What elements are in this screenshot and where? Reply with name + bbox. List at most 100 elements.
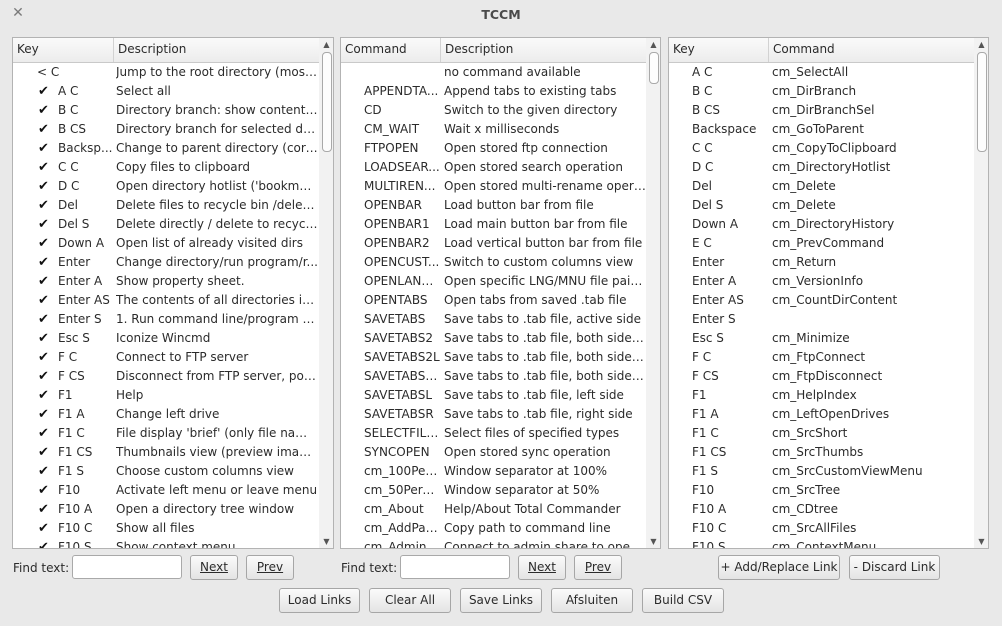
check-icon[interactable]: ✔ xyxy=(38,386,52,405)
next-button-keys[interactable]: Next xyxy=(190,555,238,580)
list-item[interactable]: SAVETABS2 Save tabs to .tab file, both si… xyxy=(341,329,647,348)
list-item[interactable]: ✔ F C Connect to FTP server xyxy=(13,348,320,367)
scroll-down-icon[interactable]: ▼ xyxy=(974,536,988,547)
save-links-button[interactable]: Save Links xyxy=(460,588,542,613)
list-item[interactable]: ✔ F1 A Change left drive xyxy=(13,405,320,424)
check-icon[interactable]: ✔ xyxy=(38,120,52,139)
list-item[interactable]: CM_WAIT Wait x milliseconds xyxy=(341,120,647,139)
list-item[interactable]: ✔ F1 C File display 'brief' (only file nam… xyxy=(13,424,320,443)
list-item[interactable]: F CS cm_FtpDisconnect xyxy=(669,367,975,386)
list-item[interactable]: F10 cm_SrcTree xyxy=(669,481,975,500)
list-item[interactable]: OPENLANG... Open specific LNG/MNU file pa… xyxy=(341,272,647,291)
list-item[interactable]: OPENBAR Load button bar from file xyxy=(341,196,647,215)
list-item[interactable]: F1 CS cm_SrcThumbs xyxy=(669,443,975,462)
list-item[interactable]: LOADSEAR... Open stored search operation xyxy=(341,158,647,177)
keys-list-scrollbar-track[interactable]: ▲ ▼ xyxy=(319,38,333,548)
list-item[interactable]: ✔ F1 Help xyxy=(13,386,320,405)
check-icon[interactable]: ✔ xyxy=(38,481,52,500)
list-item[interactable]: CD Switch to the given directory xyxy=(341,101,647,120)
check-icon[interactable]: ✔ xyxy=(38,82,52,101)
list-item[interactable]: < C Jump to the root directory (most ... xyxy=(13,63,320,82)
check-icon[interactable]: ✔ xyxy=(38,367,52,386)
load-links-button[interactable]: Load Links xyxy=(279,588,360,613)
keys-list-scrollbar[interactable]: ▲ ▼ xyxy=(319,37,334,549)
list-item[interactable]: ✔ F10 A Open a directory tree window xyxy=(13,500,320,519)
find-text-input-commands[interactable] xyxy=(400,555,510,579)
list-item[interactable]: ✔ F10 Activate left menu or leave menu xyxy=(13,481,320,500)
check-icon[interactable]: ✔ xyxy=(38,215,52,234)
list-item[interactable]: F10 A cm_CDtree xyxy=(669,500,975,519)
list-item[interactable]: C C cm_CopyToClipboard xyxy=(669,139,975,158)
list-item[interactable]: cm_Admini... Connect to admin share to op… xyxy=(341,538,647,548)
next-button-commands[interactable]: Next xyxy=(518,555,566,580)
discard-link-button[interactable]: - Discard Link xyxy=(849,555,940,580)
add-replace-link-button[interactable]: + Add/Replace Link xyxy=(718,555,840,580)
list-item[interactable]: F1 A cm_LeftOpenDrives xyxy=(669,405,975,424)
list-item[interactable]: ✔ C C Copy files to clipboard xyxy=(13,158,320,177)
list-item[interactable]: Down A cm_DirectoryHistory xyxy=(669,215,975,234)
find-text-input-keys[interactable] xyxy=(72,555,182,579)
check-icon[interactable]: ✔ xyxy=(38,272,52,291)
list-item[interactable]: Enter cm_Return xyxy=(669,253,975,272)
list-item[interactable]: Del cm_Delete xyxy=(669,177,975,196)
check-icon[interactable]: ✔ xyxy=(38,424,52,443)
list-item[interactable]: ✔ F1 CS Thumbnails view (preview images) xyxy=(13,443,320,462)
check-icon[interactable]: ✔ xyxy=(38,177,52,196)
list-item[interactable]: SAVETABS Save tabs to .tab file, active s… xyxy=(341,310,647,329)
check-icon[interactable]: ✔ xyxy=(38,139,52,158)
column-header-command[interactable]: Command xyxy=(769,38,975,62)
list-item[interactable]: MULTIREN... Open stored multi-rename oper… xyxy=(341,177,647,196)
list-item[interactable]: cm_About Help/About Total Commander xyxy=(341,500,647,519)
list-item[interactable]: cm_100Per... Window separator at 100% xyxy=(341,462,647,481)
check-icon[interactable]: ✔ xyxy=(38,329,52,348)
scroll-up-icon[interactable]: ▲ xyxy=(319,39,333,50)
list-item[interactable]: ✔ B C Directory branch: show contents ... xyxy=(13,101,320,120)
check-icon[interactable]: ✔ xyxy=(38,538,52,548)
list-item[interactable]: ✔ Enter S 1. Run command line/program u... xyxy=(13,310,320,329)
list-item[interactable]: A C cm_SelectAll xyxy=(669,63,975,82)
commands-list-scrollbar-track[interactable]: ▲ ▼ xyxy=(646,38,660,548)
list-item[interactable]: no command available xyxy=(341,63,647,82)
check-icon[interactable]: ✔ xyxy=(38,500,52,519)
list-item[interactable]: OPENCUST... Switch to custom columns view xyxy=(341,253,647,272)
list-item[interactable]: ✔ Backsp... Change to parent directory (co… xyxy=(13,139,320,158)
scroll-down-icon[interactable]: ▼ xyxy=(319,536,333,547)
list-item[interactable]: OPENBAR1 Load main button bar from file xyxy=(341,215,647,234)
list-item[interactable]: ✔ Enter A Show property sheet. xyxy=(13,272,320,291)
links-list-scroll-thumb[interactable] xyxy=(977,52,987,152)
list-item[interactable]: SAVETABSL Save tabs to .tab file, left si… xyxy=(341,386,647,405)
list-item[interactable]: SAVETABSR Save tabs to .tab file, right s… xyxy=(341,405,647,424)
build-csv-button[interactable]: Build CSV xyxy=(642,588,724,613)
column-header-key[interactable]: Key xyxy=(13,38,114,62)
prev-button-keys[interactable]: Prev xyxy=(246,555,294,580)
check-icon[interactable]: ✔ xyxy=(38,443,52,462)
prev-button-commands[interactable]: Prev xyxy=(574,555,622,580)
scroll-up-icon[interactable]: ▲ xyxy=(974,39,988,50)
check-icon[interactable]: ✔ xyxy=(38,158,52,177)
check-icon[interactable]: ✔ xyxy=(38,234,52,253)
list-item[interactable]: SELECTFILES Select files of specified typ… xyxy=(341,424,647,443)
list-item[interactable]: ✔ Esc S Iconize Wincmd xyxy=(13,329,320,348)
list-item[interactable]: OPENTABS Open tabs from saved .tab file xyxy=(341,291,647,310)
list-item[interactable]: Esc S cm_Minimize xyxy=(669,329,975,348)
list-item[interactable]: ✔ Enter Change directory/run program/r... xyxy=(13,253,320,272)
commands-list-scroll-thumb[interactable] xyxy=(649,52,659,84)
list-item[interactable]: OPENBAR2 Load vertical button bar from fi… xyxy=(341,234,647,253)
list-item[interactable]: SAVETABS2R Save tabs to .tab file, both s… xyxy=(341,367,647,386)
list-item[interactable]: Del S cm_Delete xyxy=(669,196,975,215)
quit-button[interactable]: Afsluiten xyxy=(551,588,633,613)
list-item[interactable]: B C cm_DirBranch xyxy=(669,82,975,101)
links-list-scrollbar-track[interactable]: ▲ ▼ xyxy=(974,38,988,548)
list-item[interactable]: F1 S cm_SrcCustomViewMenu xyxy=(669,462,975,481)
list-item[interactable]: ✔ Del Delete files to recycle bin /delete … xyxy=(13,196,320,215)
column-header-description[interactable]: Description xyxy=(441,38,647,62)
list-item[interactable]: ✔ F CS Disconnect from FTP server, port ..… xyxy=(13,367,320,386)
list-item[interactable]: F10 C cm_SrcAllFiles xyxy=(669,519,975,538)
list-item[interactable]: ✔ F10 C Show all files xyxy=(13,519,320,538)
list-item[interactable]: SAVETABS2L Save tabs to .tab file, both s… xyxy=(341,348,647,367)
clear-all-button[interactable]: Clear All xyxy=(369,588,451,613)
list-item[interactable]: SYNCOPEN Open stored sync operation xyxy=(341,443,647,462)
list-item[interactable]: ✔ B CS Directory branch for selected dire.… xyxy=(13,120,320,139)
check-icon[interactable]: ✔ xyxy=(38,196,52,215)
list-item[interactable]: F1 C cm_SrcShort xyxy=(669,424,975,443)
